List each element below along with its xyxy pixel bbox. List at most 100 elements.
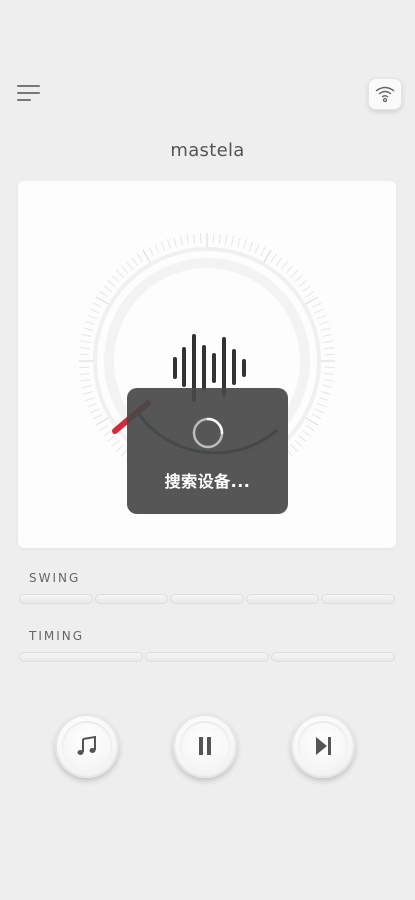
dial-tick <box>260 246 266 257</box>
dial-tick <box>323 340 334 344</box>
music-button[interactable] <box>55 714 119 778</box>
dial-tick <box>131 257 139 266</box>
dial-tick <box>142 249 151 263</box>
dial-tick <box>311 414 322 420</box>
dial-tick <box>148 246 154 257</box>
dial-tick <box>298 280 307 288</box>
dial-tick <box>302 285 311 293</box>
dial-tick <box>160 241 166 252</box>
dial-tick <box>85 320 95 326</box>
dial-tick <box>305 417 319 426</box>
dial-tick <box>80 378 91 382</box>
pause-icon <box>199 737 211 755</box>
dial-tick <box>248 241 254 252</box>
swing-segment[interactable] <box>245 594 320 604</box>
dial-tick <box>224 234 228 245</box>
pause-button[interactable] <box>173 714 237 778</box>
dial-tick <box>136 253 144 263</box>
dial-tick <box>324 366 335 369</box>
wifi-button[interactable] <box>368 78 402 110</box>
loading-toast: 搜索设备... <box>127 388 288 514</box>
dial-tick <box>79 372 90 375</box>
dial-tick <box>218 233 221 244</box>
dial-tick <box>275 257 283 266</box>
dial-tick <box>314 308 325 314</box>
dial-tick <box>290 444 298 452</box>
dial-tick <box>120 265 129 274</box>
dial-tick <box>270 253 278 263</box>
dial-tick <box>92 302 103 308</box>
dial-tick <box>79 366 90 369</box>
dial-tick <box>294 274 303 283</box>
dial-tick <box>87 402 98 408</box>
pause-button-face <box>180 721 230 771</box>
dial-tick <box>79 347 90 350</box>
dial-tick <box>126 261 134 270</box>
timing-segment[interactable] <box>145 652 269 662</box>
dial-tick <box>322 333 333 337</box>
dial-tick <box>316 402 327 408</box>
hamburger-menu-icon <box>17 85 40 87</box>
dial-tick <box>263 249 272 263</box>
dial-tick <box>81 385 92 389</box>
dial-tick <box>186 234 190 245</box>
dial-tick <box>294 439 303 448</box>
dial-tick <box>324 347 335 350</box>
skip-next-icon <box>316 737 331 755</box>
dial-tick <box>298 434 307 442</box>
timing-selector[interactable] <box>19 652 395 662</box>
dial-tick <box>83 391 94 395</box>
dial-tick <box>323 378 334 382</box>
menu-line <box>17 99 31 101</box>
dial-tick <box>193 233 196 244</box>
dial-tick <box>116 270 124 278</box>
dial-tick <box>99 424 109 432</box>
dial-tick <box>154 243 160 254</box>
dial-tick <box>320 391 331 395</box>
dial-tick <box>231 235 235 246</box>
dial-tick <box>290 270 298 278</box>
timing-label: TIMING <box>29 629 85 643</box>
dial-tick <box>305 296 319 305</box>
dial-tick <box>95 417 109 426</box>
timing-segment[interactable] <box>271 652 395 662</box>
dial-tick <box>81 333 92 337</box>
dial-tick <box>80 340 91 344</box>
dial-tick <box>319 396 329 402</box>
music-button-face <box>62 721 112 771</box>
menu-button[interactable] <box>17 84 41 104</box>
dial-tick <box>111 274 120 283</box>
swing-segment[interactable] <box>19 594 93 604</box>
menu-line <box>17 92 40 94</box>
dial-tick <box>320 327 331 331</box>
dial-tick <box>324 353 335 356</box>
next-button[interactable] <box>291 714 355 778</box>
dial-tick <box>179 235 183 246</box>
swing-selector[interactable] <box>19 594 395 604</box>
dial-tick <box>116 444 124 452</box>
dial-tick <box>95 296 109 305</box>
dial-tick <box>107 280 116 288</box>
dial-tick <box>87 314 98 320</box>
dial-tick <box>103 429 112 437</box>
dial-tick <box>285 265 294 274</box>
dial-tick <box>311 302 322 308</box>
toast-message: 搜索设备... <box>164 472 251 491</box>
dial-tick <box>89 408 100 414</box>
dial-tick <box>242 239 248 249</box>
swing-segment[interactable] <box>321 594 395 604</box>
dial-tick <box>89 308 100 314</box>
dial-tick <box>173 237 177 248</box>
swing-segment[interactable] <box>170 594 244 604</box>
timing-segment[interactable] <box>19 652 143 662</box>
swing-segment[interactable] <box>94 594 169 604</box>
dial-tick <box>305 424 315 432</box>
dial-tick <box>107 434 116 442</box>
wifi-icon <box>375 86 395 103</box>
device-name: mastela <box>170 140 245 161</box>
music-note-icon <box>77 735 96 755</box>
dial-tick <box>316 314 327 320</box>
dial-tick <box>92 414 103 420</box>
loading-spinner-icon <box>192 417 224 449</box>
dial-tick <box>83 327 94 331</box>
